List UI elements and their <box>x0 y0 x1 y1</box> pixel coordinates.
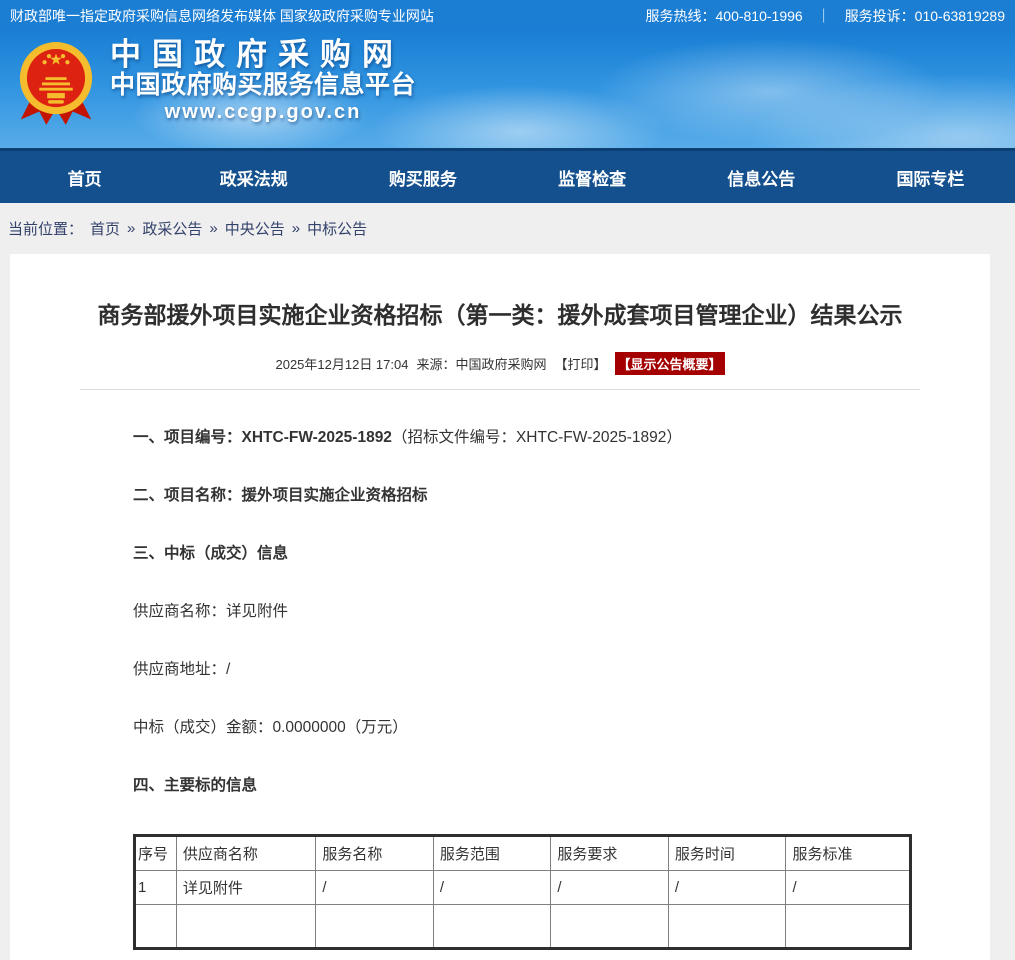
article-source: 来源：中国政府采购网 <box>416 354 546 373</box>
main-subject-label: 四、主要标的信息 <box>133 777 257 794</box>
nav-item-regulations[interactable]: 政采法规 <box>169 151 338 203</box>
cell-supplier: 详见附件 <box>176 871 315 905</box>
breadcrumb: 当前位置： 首页 » 政采公告 » 中央公告 » 中标公告 <box>0 203 1015 254</box>
para-award-amount: 中标（成交）金额：0.0000000（万元） <box>133 718 890 738</box>
award-info-label: 三、中标（成交）信息 <box>133 545 288 562</box>
breadcrumb-central-notices[interactable]: 中央公告 <box>225 218 285 239</box>
service-complaint: 服务投诉：010-63819289 <box>845 6 1005 26</box>
topbar-divider: ｜ <box>817 6 831 26</box>
table-row: 1 详见附件 / / / / / <box>135 871 911 905</box>
site-title-block: 中国政府采购网 中国政府购买服务信息平台 www.ccgp.gov.cn <box>110 38 416 124</box>
bid-doc-number: （招标文件编号：XHTC-FW-2025-1892） <box>392 429 682 446</box>
para-supplier-address: 供应商地址：/ <box>133 660 890 680</box>
service-hotline: 服务热线：400-810-1996 <box>646 6 803 26</box>
col-header-supplier: 供应商名称 <box>176 836 315 871</box>
breadcrumb-procurement-notices[interactable]: 政采公告 <box>142 218 202 239</box>
national-emblem-icon <box>12 38 100 134</box>
table-header-row: 序号 供应商名称 服务名称 服务范围 服务要求 服务时间 服务标准 <box>135 836 911 871</box>
supplier-address-value: 供应商地址：/ <box>133 661 230 678</box>
page-title: 商务部援外项目实施企业资格招标（第一类：援外成套项目管理企业）结果公示 <box>10 254 990 330</box>
bid-items-table: 序号 供应商名称 服务名称 服务范围 服务要求 服务时间 服务标准 1 详见附件… <box>133 834 912 950</box>
nav-item-home[interactable]: 首页 <box>0 151 169 203</box>
main-nav: 首页 政采法规 购买服务 监督检查 信息公告 国际专栏 <box>0 148 1015 203</box>
show-summary-button[interactable]: 【显示公告概要】 <box>615 352 725 375</box>
article-body: 一、项目编号：XHTC-FW-2025-1892（招标文件编号：XHTC-FW-… <box>10 428 990 950</box>
publish-datetime: 2025年12月12日 17:04 <box>275 354 408 373</box>
col-header-seq: 序号 <box>135 836 177 871</box>
table-row-empty <box>135 905 911 949</box>
col-header-service-name: 服务名称 <box>316 836 434 871</box>
article-meta: 2025年12月12日 17:04 来源：中国政府采购网 【打印】 【显示公告概… <box>10 352 990 375</box>
topbar: 财政部唯一指定政府采购信息网络发布媒体 国家级政府采购专业网站 服务热线：400… <box>0 0 1015 31</box>
para-main-subject-heading: 四、主要标的信息 <box>133 776 890 796</box>
site-name-sub: 中国政府购买服务信息平台 <box>110 71 416 100</box>
cell-service-standard: / <box>786 871 911 905</box>
para-supplier-name: 供应商名称：详见附件 <box>133 602 890 622</box>
announcement-panel: 商务部援外项目实施企业资格招标（第一类：援外成套项目管理企业）结果公示 2025… <box>10 254 990 960</box>
para-award-info-heading: 三、中标（成交）信息 <box>133 544 890 564</box>
nav-item-announcements[interactable]: 信息公告 <box>677 151 846 203</box>
breadcrumb-award-notices[interactable]: 中标公告 <box>307 218 367 239</box>
para-project-number: 一、项目编号：XHTC-FW-2025-1892（招标文件编号：XHTC-FW-… <box>133 428 890 448</box>
nav-item-international[interactable]: 国际专栏 <box>846 151 1015 203</box>
breadcrumb-separator: » <box>292 220 300 237</box>
para-project-name: 二、项目名称：援外项目实施企业资格招标 <box>133 486 890 506</box>
col-header-service-requirement: 服务要求 <box>551 836 669 871</box>
site-logo[interactable]: 中国政府采购网 中国政府购买服务信息平台 www.ccgp.gov.cn <box>12 38 416 134</box>
topbar-contacts: 服务热线：400-810-1996 ｜ 服务投诉：010-63819289 <box>646 6 1006 26</box>
site-url: www.ccgp.gov.cn <box>110 100 416 124</box>
topbar-slogan: 财政部唯一指定政府采购信息网络发布媒体 国家级政府采购专业网站 <box>10 6 434 26</box>
site-banner: 中国政府采购网 中国政府购买服务信息平台 www.ccgp.gov.cn <box>0 31 1015 148</box>
nav-item-purchase-services[interactable]: 购买服务 <box>338 151 507 203</box>
cell-service-name: / <box>316 871 434 905</box>
breadcrumb-separator: » <box>209 220 217 237</box>
site-name-main: 中国政府采购网 <box>110 38 416 71</box>
cell-seq: 1 <box>135 871 177 905</box>
breadcrumb-home[interactable]: 首页 <box>90 218 120 239</box>
project-number-label: 一、项目编号：XHTC-FW-2025-1892 <box>133 429 392 446</box>
col-header-service-standard: 服务标准 <box>786 836 911 871</box>
cell-service-time: / <box>668 871 786 905</box>
breadcrumb-separator: » <box>127 220 135 237</box>
nav-item-supervision[interactable]: 监督检查 <box>508 151 677 203</box>
breadcrumb-prefix: 当前位置： <box>8 218 83 239</box>
cell-service-scope: / <box>433 871 551 905</box>
print-button[interactable]: 【打印】 <box>554 354 606 373</box>
supplier-name-value: 供应商名称：详见附件 <box>133 603 288 620</box>
cell-service-requirement: / <box>551 871 669 905</box>
col-header-service-scope: 服务范围 <box>433 836 551 871</box>
project-name-label: 二、项目名称：援外项目实施企业资格招标 <box>133 487 428 504</box>
col-header-service-time: 服务时间 <box>668 836 786 871</box>
award-amount-value: 中标（成交）金额：0.0000000（万元） <box>133 719 408 736</box>
meta-divider <box>80 389 920 390</box>
